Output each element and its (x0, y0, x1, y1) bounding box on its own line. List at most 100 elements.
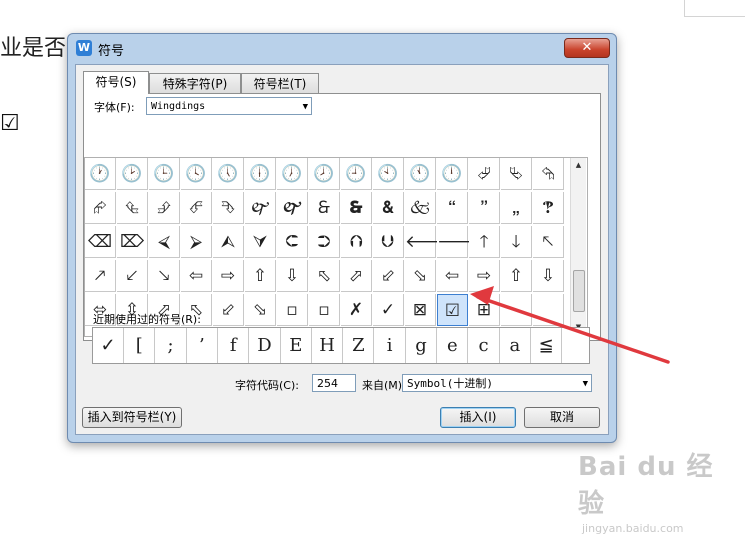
symbol-cell[interactable] (501, 294, 532, 326)
recent-symbol-cell[interactable]: [ (124, 328, 156, 363)
symbol-cell[interactable]: ▫ (277, 294, 308, 326)
close-button[interactable]: ✕ (564, 38, 610, 58)
symbol-cell[interactable]: 🡑 (469, 226, 500, 258)
tab-symbol-bar[interactable]: 符号栏(T) (241, 73, 319, 94)
recent-symbol-cell[interactable]: ✓ (93, 328, 124, 363)
scroll-up-arrow-icon[interactable]: ▲ (571, 158, 586, 172)
symbol-cell[interactable]: ⇧ (245, 260, 276, 292)
symbol-cell[interactable]: 🡖 (149, 260, 180, 292)
symbol-cell[interactable]: ⮶ (181, 192, 212, 224)
symbol-cell[interactable]: ⮙ (213, 226, 244, 258)
symbol-cell[interactable]: 🕗 (309, 158, 340, 190)
symbol-cell[interactable]: ⇨ (213, 260, 244, 292)
recent-symbol-cell[interactable]: ≦ (531, 328, 563, 363)
symbol-cell[interactable]: 🕚 (405, 158, 436, 190)
insert-button[interactable]: 插入(I) (440, 407, 516, 428)
symbol-cell[interactable]: ⇦ (437, 260, 468, 292)
symbol-cell[interactable]: 🡗 (117, 260, 148, 292)
symbol-cell[interactable]: ⇧ (501, 260, 532, 292)
symbol-cell[interactable]: ⇦ (181, 260, 212, 292)
symbol-cell[interactable]: ⬀ (341, 260, 372, 292)
symbol-cell[interactable]: ✗ (341, 294, 372, 326)
symbol-cell[interactable]: ⬃ (213, 294, 244, 326)
symbol-cell[interactable]: ⮲ (533, 158, 564, 190)
symbol-cell[interactable]: ⮚ (181, 226, 212, 258)
symbol-cell[interactable]: ⮉ (341, 226, 372, 258)
symbol-cell[interactable]: 🙸 (501, 192, 532, 224)
symbol-cell[interactable]: ⊠ (405, 294, 436, 326)
symbol-cell[interactable] (533, 294, 564, 326)
recent-symbol-cell[interactable]: ’ (187, 328, 218, 363)
symbol-cell[interactable]: ⮳ (85, 192, 116, 224)
symbol-cell[interactable]: ⮛ (245, 226, 276, 258)
symbol-cell[interactable]: ⊞ (469, 294, 500, 326)
symbol-cell[interactable]: 🙹 (533, 192, 564, 224)
recent-symbol-cell[interactable]: H (312, 328, 344, 363)
recent-symbol-cell[interactable]: e (437, 328, 469, 363)
symbol-cell[interactable]: 🕖 (277, 158, 308, 190)
symbol-cell[interactable]: 🙱 (277, 192, 308, 224)
recent-symbol-cell[interactable]: f (218, 328, 250, 363)
symbol-cell[interactable]: ⮊ (309, 226, 340, 258)
symbol-cell[interactable]: ⌫ (85, 226, 116, 258)
symbol-cell[interactable]: 🡒 (437, 226, 483, 258)
symbol-cell[interactable]: 🕛 (437, 158, 468, 190)
symbol-cell[interactable]: 🡔 (533, 226, 564, 258)
symbol-cell[interactable]: 🕕 (245, 158, 276, 190)
symbol-cell[interactable]: 🕑 (117, 158, 148, 190)
symbol-cell[interactable]: 🡐 (405, 226, 451, 258)
symbol-cell[interactable]: ⮵ (149, 192, 180, 224)
symbol-cell-selected[interactable]: ☑ (437, 294, 468, 326)
symbol-cell[interactable]: ▫ (309, 294, 340, 326)
symbol-cell[interactable]: 🕐 (85, 158, 116, 190)
symbol-grid-scrollbar[interactable]: ▲ ▼ (570, 158, 586, 334)
symbol-cell[interactable]: 🕓 (181, 158, 212, 190)
symbol-cell[interactable]: ⇩ (533, 260, 564, 292)
symbol-cell[interactable]: ⮘ (149, 226, 180, 258)
tab-symbols[interactable]: 符号(S) (83, 71, 149, 94)
symbol-cell[interactable]: ⬂ (245, 294, 276, 326)
symbol-cell[interactable]: 🙷 (469, 192, 500, 224)
symbol-cell[interactable]: 🡓 (501, 226, 532, 258)
recent-symbol-cell[interactable]: D (250, 328, 281, 363)
recent-symbol-cell[interactable]: i (375, 328, 406, 363)
symbol-cell[interactable]: ⮋ (373, 226, 404, 258)
symbol-cell[interactable]: ⮰ (469, 158, 500, 190)
symbol-cell[interactable]: ⬃ (373, 260, 404, 292)
recent-symbol-cell[interactable]: Z (343, 328, 375, 363)
recent-symbol-cell[interactable]: E (281, 328, 312, 363)
symbol-cell[interactable]: ⇨ (469, 260, 500, 292)
recent-symbol-cell[interactable]: c (469, 328, 500, 363)
symbol-cell[interactable]: ✓ (373, 294, 404, 326)
font-select[interactable]: Wingdings ▼ (146, 97, 312, 115)
symbol-cell[interactable]: 🙴 (373, 192, 404, 224)
symbol-cell[interactable]: 🙳 (341, 192, 372, 224)
symbol-cell[interactable]: 🕘 (341, 158, 372, 190)
symbol-cell[interactable]: ⮴ (117, 192, 148, 224)
encoding-select[interactable]: Symbol(十进制) ▼ (402, 374, 592, 392)
symbol-cell[interactable]: 🙶 (437, 192, 468, 224)
char-code-input[interactable]: 254 (312, 374, 356, 392)
symbol-cell[interactable]: ⬁ (309, 260, 340, 292)
symbol-cell[interactable]: ⮱ (501, 158, 532, 190)
recent-symbol-cell[interactable]: ; (156, 328, 187, 363)
symbol-cell[interactable]: 🡕 (85, 260, 116, 292)
symbol-cell[interactable]: ⇩ (277, 260, 308, 292)
scroll-thumb[interactable] (573, 270, 585, 312)
symbol-cell[interactable]: 🙰 (245, 192, 276, 224)
insert-to-symbol-bar-button[interactable]: 插入到符号栏(Y) (82, 407, 182, 428)
tab-special-characters[interactable]: 特殊字符(P) (149, 73, 241, 94)
symbol-cell[interactable]: ⮈ (277, 226, 308, 258)
cancel-button[interactable]: 取消 (524, 407, 600, 428)
symbol-cell[interactable]: ⬂ (405, 260, 436, 292)
symbol-cell[interactable]: ⮷ (213, 192, 244, 224)
symbol-cell[interactable]: ⌦ (117, 226, 148, 258)
symbol-cell[interactable]: 🕔 (213, 158, 244, 190)
recent-symbol-cell[interactable]: g (406, 328, 437, 363)
dialog-titlebar[interactable]: W 符号 ✕ (68, 34, 616, 62)
symbol-cell[interactable]: 🕒 (149, 158, 180, 190)
symbol-cell[interactable]: 🕙 (373, 158, 404, 190)
symbol-cell[interactable]: 🙲 (309, 192, 340, 224)
symbol-cell[interactable]: 🙵 (405, 192, 436, 224)
recent-symbol-cell[interactable]: a (500, 328, 531, 363)
